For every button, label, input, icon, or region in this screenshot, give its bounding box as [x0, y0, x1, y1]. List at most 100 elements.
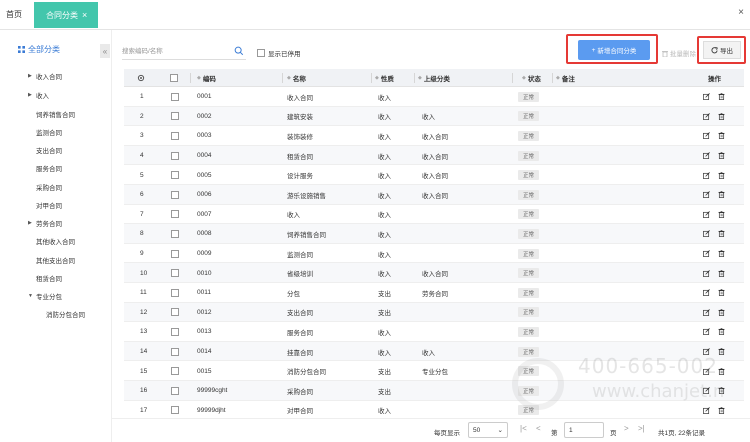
row-checkbox[interactable]	[171, 249, 179, 258]
delete-icon[interactable]	[718, 269, 725, 277]
row-checkbox[interactable]	[171, 92, 179, 101]
row-checkbox[interactable]	[171, 347, 179, 356]
export-button[interactable]: 导出	[703, 41, 741, 59]
search-icon[interactable]	[234, 46, 244, 56]
caret-down-icon[interactable]: ▼	[28, 293, 33, 299]
delete-icon[interactable]	[718, 289, 725, 297]
select-all-cell[interactable]	[170, 69, 178, 87]
delete-icon[interactable]	[718, 152, 725, 160]
column-status[interactable]: ◆ 状态	[522, 69, 541, 87]
edit-icon[interactable]	[703, 211, 710, 218]
row-checkbox[interactable]	[171, 269, 179, 278]
delete-icon[interactable]	[718, 406, 725, 414]
row-checkbox[interactable]	[171, 229, 179, 238]
delete-icon[interactable]	[718, 210, 725, 218]
sidebar-item[interactable]: ▶ 收入	[28, 90, 49, 100]
row-checkbox[interactable]	[171, 171, 179, 180]
column-settings-icon[interactable]	[137, 69, 145, 87]
row-checkbox[interactable]	[171, 131, 179, 140]
tab-close-icon[interactable]: ×	[82, 10, 87, 20]
tab-home[interactable]: 首页	[6, 9, 22, 20]
last-page-icon[interactable]: >|	[638, 424, 645, 433]
show-disabled-toggle[interactable]: 显示已停用	[257, 48, 301, 58]
delete-icon[interactable]	[718, 93, 725, 101]
delete-icon[interactable]	[718, 348, 725, 356]
delete-icon[interactable]	[718, 171, 725, 179]
sidebar-item[interactable]: 其他收入合同	[36, 236, 75, 246]
sidebar-item[interactable]: 消防分包合同	[46, 309, 85, 319]
column-code[interactable]: ◆ 编码	[197, 69, 216, 87]
delete-icon[interactable]	[718, 367, 725, 375]
sidebar-item[interactable]: 租赁合同	[36, 273, 62, 283]
batch-delete-button[interactable]: 批量删除	[662, 48, 696, 58]
sidebar-item[interactable]: 对甲合同	[36, 200, 62, 210]
column-parent[interactable]: ◆ 上级分类	[418, 69, 450, 87]
edit-icon[interactable]	[703, 230, 710, 238]
next-page-icon[interactable]: >	[624, 424, 629, 433]
table-row[interactable]: 10 0010 省级培训 收入 收入合同 正常	[124, 263, 744, 283]
edit-icon[interactable]	[703, 132, 710, 140]
edit-icon[interactable]	[703, 269, 710, 277]
edit-icon[interactable]	[703, 191, 710, 199]
table-row[interactable]: 9 0009 监测合同 收入 正常	[124, 244, 744, 264]
add-category-button[interactable]: + 新增合同分类	[578, 40, 650, 60]
table-row[interactable]: 2 0002 建筑安装 收入 收入 正常	[124, 106, 744, 127]
table-row[interactable]: 1 0001 收入合同 收入 正常	[124, 87, 744, 107]
caret-right-icon[interactable]: ▶	[28, 73, 33, 79]
sidebar-item[interactable]: 采购合同	[36, 182, 62, 192]
row-checkbox[interactable]	[171, 151, 179, 160]
row-checkbox[interactable]	[171, 308, 179, 317]
row-checkbox[interactable]	[171, 190, 179, 199]
sidebar-item[interactable]: 监测合同	[36, 127, 62, 137]
row-checkbox[interactable]	[171, 112, 179, 121]
sidebar-item[interactable]: ▶ 收入合同	[28, 71, 62, 81]
show-disabled-checkbox[interactable]	[257, 49, 265, 57]
column-remark[interactable]: ◆ 备注	[556, 69, 575, 87]
edit-icon[interactable]	[703, 407, 710, 414]
table-row[interactable]: 4 0004 租赁合同 收入 收入合同 正常	[124, 145, 744, 166]
sidebar-item[interactable]: 支出合同	[36, 145, 62, 155]
row-checkbox[interactable]	[171, 367, 179, 376]
close-icon[interactable]: ×	[738, 7, 744, 18]
row-checkbox[interactable]	[171, 406, 179, 415]
prev-page-icon[interactable]: <	[536, 424, 541, 433]
search-input[interactable]	[122, 44, 230, 59]
first-page-icon[interactable]: |<	[520, 424, 527, 433]
delete-icon[interactable]	[718, 308, 725, 316]
sidebar-item[interactable]: ▼ 专业分包	[28, 291, 62, 301]
row-checkbox[interactable]	[171, 210, 179, 219]
column-nature[interactable]: ◆ 性质	[375, 69, 394, 87]
table-row[interactable]: 8 0008 饲养销售合同 收入 正常	[124, 224, 744, 244]
edit-icon[interactable]	[703, 152, 710, 160]
edit-icon[interactable]	[703, 113, 710, 120]
column-name[interactable]: ◆ 名称	[287, 69, 306, 87]
row-checkbox[interactable]	[171, 288, 179, 297]
delete-icon[interactable]	[718, 132, 725, 140]
edit-icon[interactable]	[703, 250, 710, 258]
sidebar-item[interactable]: 其他支出合同	[36, 255, 75, 265]
page-number-input[interactable]: 1	[564, 422, 604, 438]
caret-right-icon[interactable]: ▶	[28, 220, 33, 226]
delete-icon[interactable]	[718, 112, 725, 120]
edit-icon[interactable]	[703, 289, 710, 297]
select-all-checkbox[interactable]	[170, 74, 178, 82]
table-row[interactable]: 11 0011 分包 支出 劳务合同 正常	[124, 283, 744, 303]
sidebar-all-categories[interactable]: 全部分类	[18, 44, 60, 55]
sidebar-item[interactable]: ▶ 劳务合同	[28, 218, 62, 228]
sidebar-item[interactable]: 服务合同	[36, 163, 62, 173]
delete-icon[interactable]	[718, 328, 725, 336]
row-checkbox[interactable]	[171, 327, 179, 336]
table-row[interactable]: 12 0012 支出合同 支出 正常	[124, 302, 744, 323]
page-size-select[interactable]: 50 ⌄	[468, 422, 508, 438]
edit-icon[interactable]	[703, 93, 710, 101]
table-row[interactable]: 13 0013 服务合同 收入 正常	[124, 322, 744, 342]
edit-icon[interactable]	[703, 309, 710, 316]
delete-icon[interactable]	[718, 191, 725, 199]
table-row[interactable]: 5 0005 设计服务 收入 收入合同 正常	[124, 165, 744, 185]
row-checkbox[interactable]	[171, 386, 179, 395]
table-row[interactable]: 3 0003 装饰装修 收入 收入合同 正常	[124, 126, 744, 146]
edit-icon[interactable]	[703, 328, 710, 336]
tab-contract-category[interactable]: 合同分类 ×	[34, 2, 98, 28]
sidebar-collapse-button[interactable]: «	[100, 44, 110, 58]
delete-icon[interactable]	[718, 230, 725, 238]
